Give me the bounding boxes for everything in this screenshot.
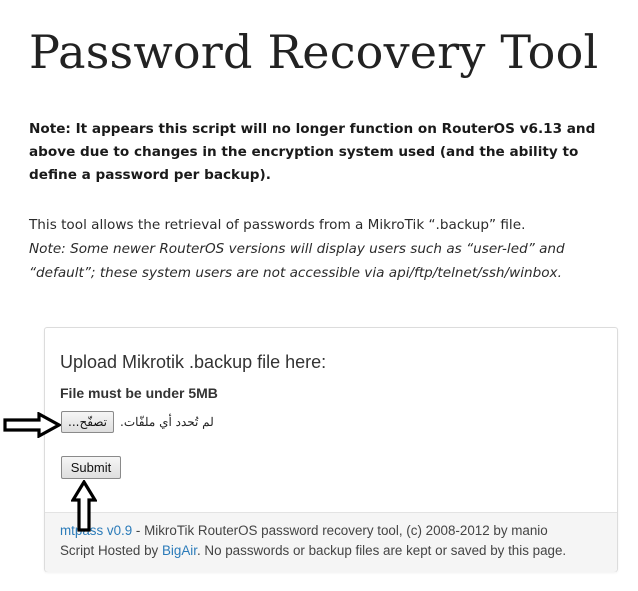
no-file-selected-text: لم تُحدد أي ملفّات.: [120, 415, 214, 429]
app-description: - MikroTik RouterOS password recovery to…: [132, 523, 548, 538]
browse-button[interactable]: تصفّح...: [61, 411, 115, 433]
file-size-note: File must be under 5MB: [60, 385, 218, 401]
upload-panel: Upload Mikrotik .backup file here: File …: [44, 327, 618, 572]
arrow-right-outline-icon: [3, 412, 61, 438]
intro-text: This tool allows the retrieval of passwo…: [29, 217, 526, 233]
file-input[interactable]: تصفّح... لم تُحدد أي ملفّات.: [61, 410, 214, 434]
intro-section: This tool allows the retrieval of passwo…: [29, 213, 634, 285]
submit-button[interactable]: Submit: [61, 456, 121, 479]
page-title: Password Recovery Tool: [29, 25, 599, 79]
upload-form: Upload Mikrotik .backup file here: File …: [45, 328, 617, 512]
upload-heading: Upload Mikrotik .backup file here:: [60, 352, 327, 372]
panel-footer: mtpass v0.9 - MikroTik RouterOS password…: [45, 512, 617, 572]
hosted-suffix: . No passwords or backup files are kept …: [196, 543, 567, 558]
system-users-note: Note: Some newer RouterOS versions will …: [29, 241, 565, 281]
footer-hosting: Script Hosted by BigAir. No passwords or…: [60, 543, 566, 558]
hosted-prefix: Script Hosted by: [60, 543, 162, 558]
compatibility-note: Note: It appears this script will no lon…: [29, 121, 596, 183]
footer-credits: mtpass v0.9 - MikroTik RouterOS password…: [60, 523, 548, 538]
arrow-up-outline-icon: [71, 480, 97, 532]
bigair-link[interactable]: BigAir: [162, 543, 197, 558]
